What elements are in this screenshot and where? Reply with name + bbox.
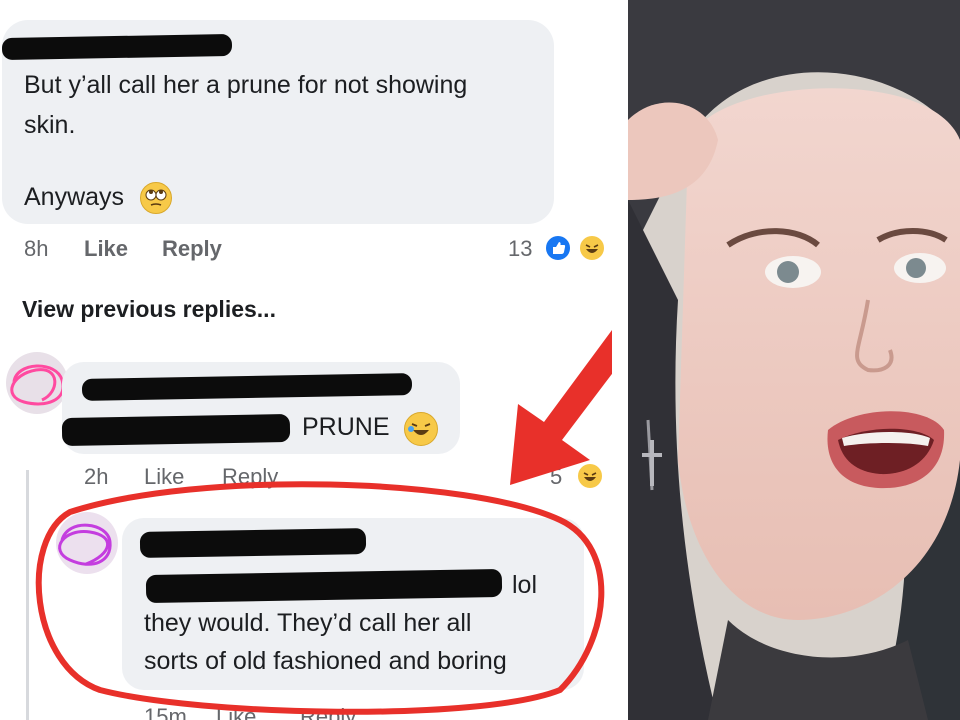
facebook-comment-thread: But y’all call her a prune for not showi…: [0, 0, 612, 720]
reaction-photo: [628, 0, 960, 720]
panel-divider: [612, 0, 628, 720]
red-arrow-icon: [510, 330, 612, 485]
